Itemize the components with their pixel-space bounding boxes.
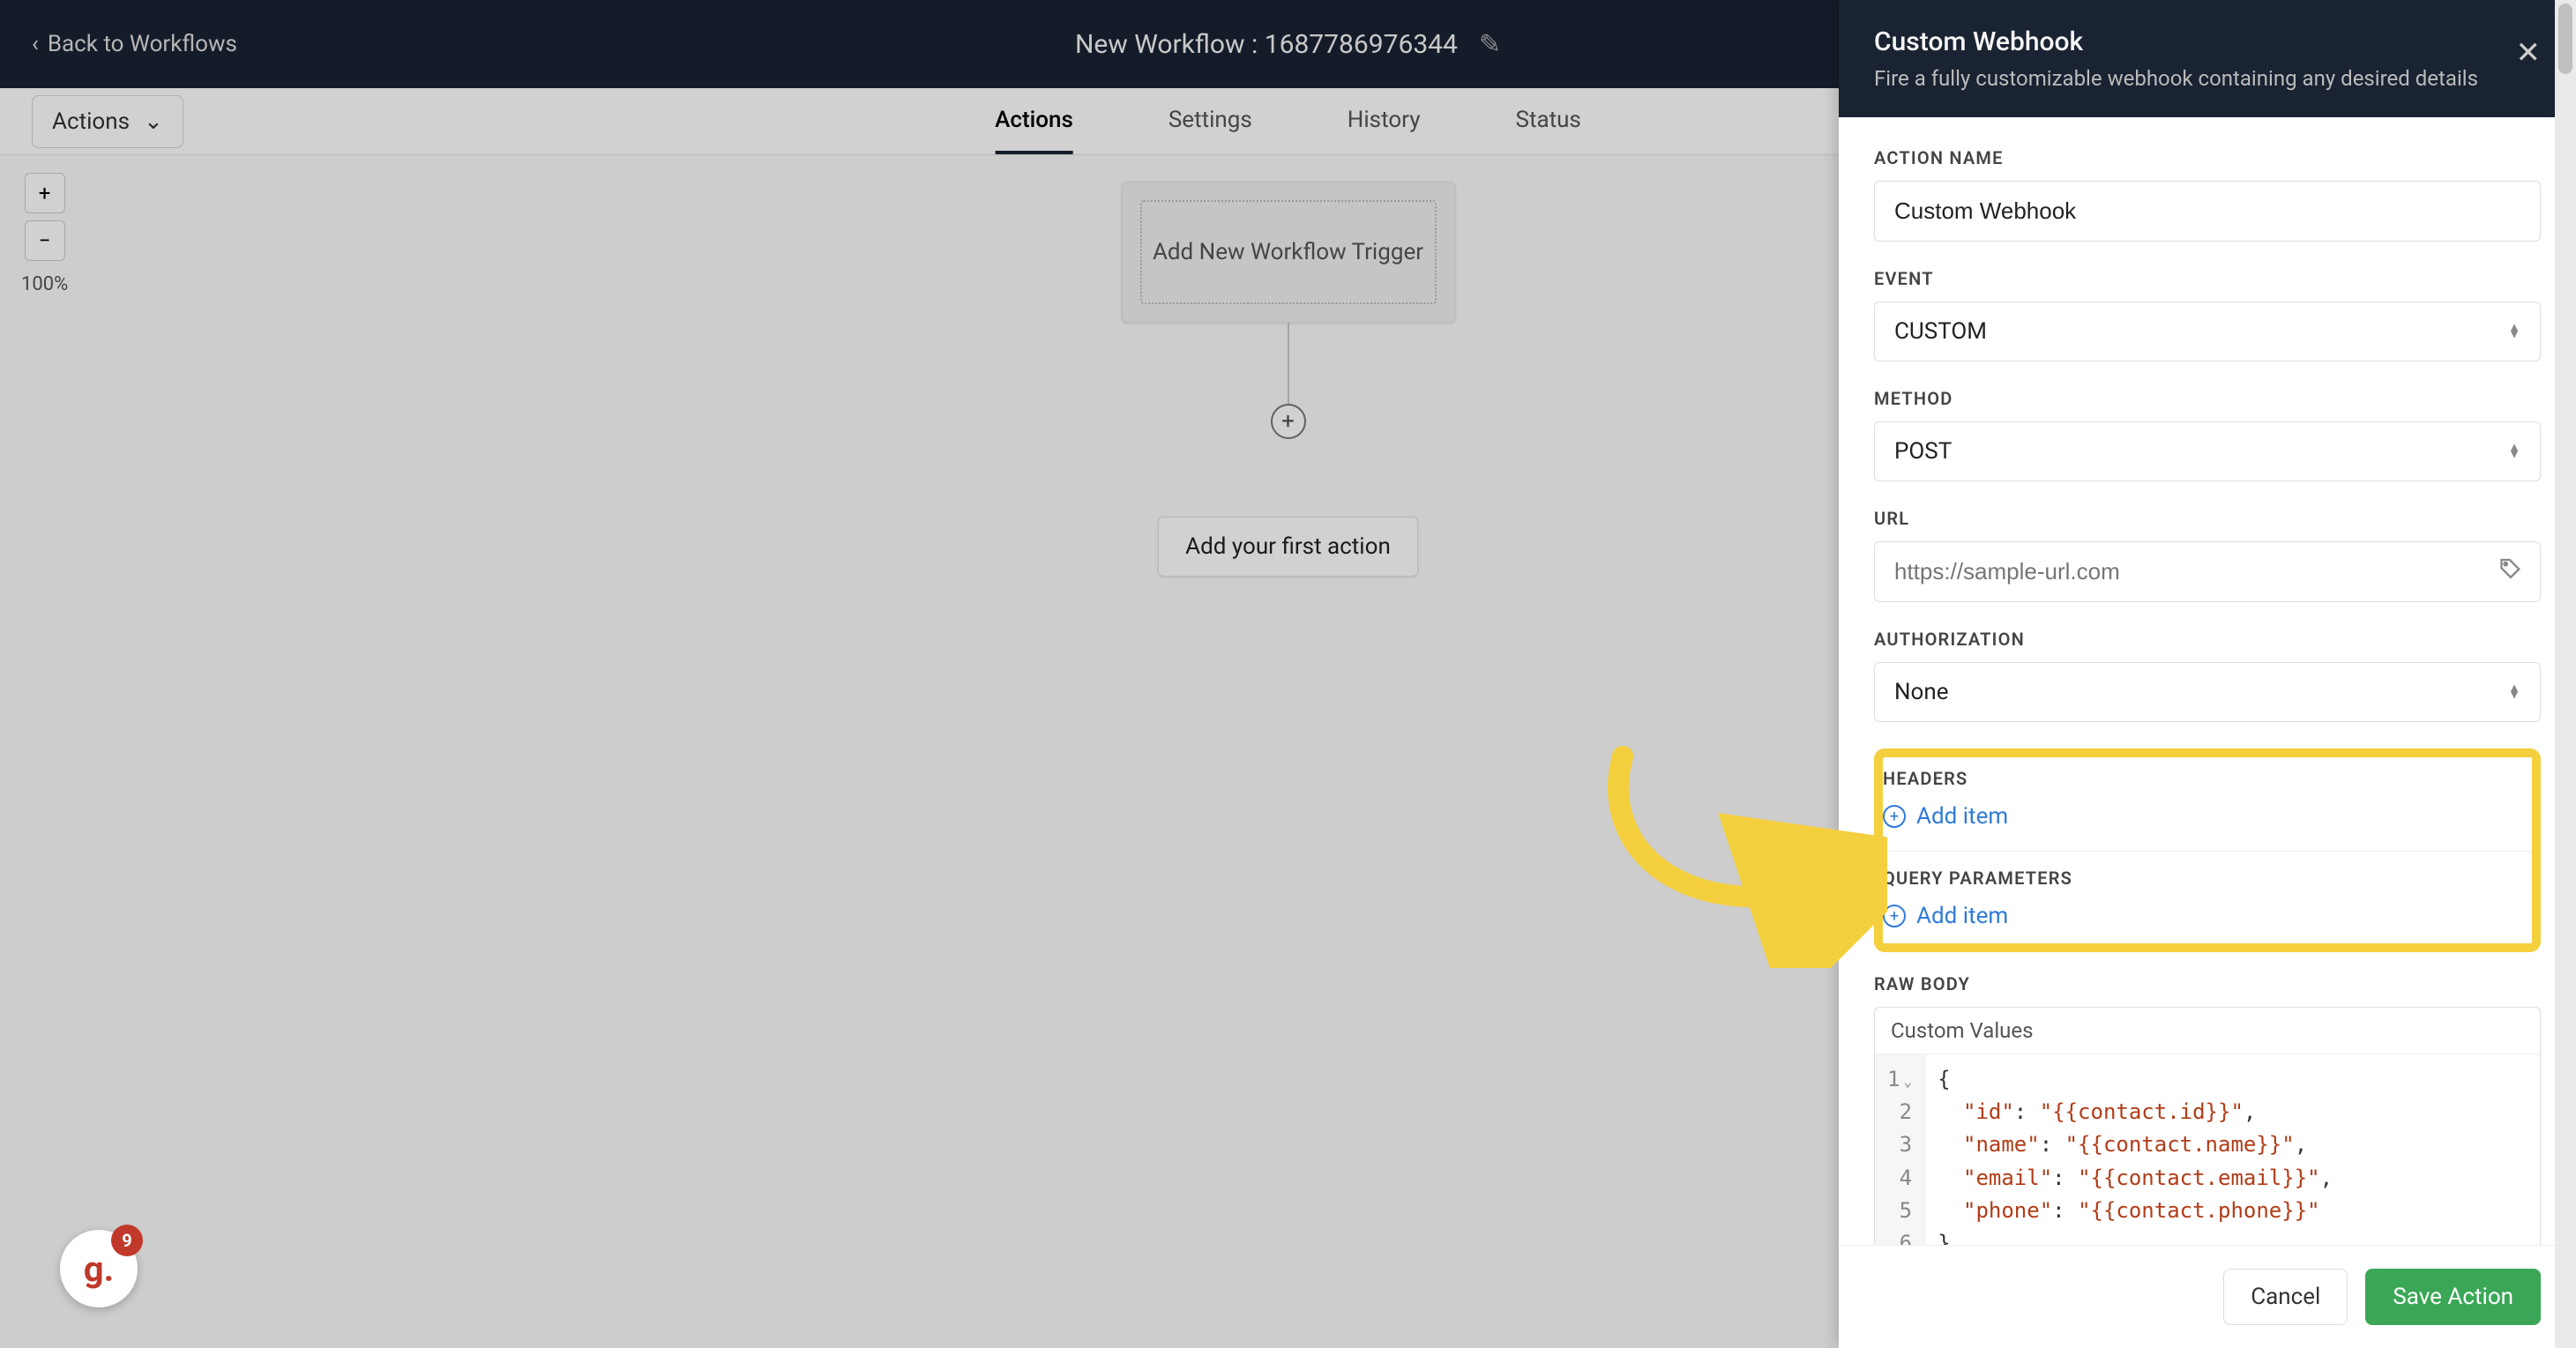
trigger-card: Add New Workflow Trigger [1122,182,1455,323]
label-query-parameters: QUERY PARAMETERS [1883,868,2532,889]
tab-settings[interactable]: Settings [1169,88,1252,154]
label-event: EVENT [1874,268,2541,289]
event-value: CUSTOM [1894,318,1987,345]
save-action-button[interactable]: Save Action [2365,1269,2541,1325]
panel-footer: Cancel Save Action [1839,1245,2576,1348]
zoom-in-button[interactable]: + [25,173,65,213]
chevron-left-icon: ‹ [32,31,39,57]
raw-body-editor[interactable]: Custom Values 1⌄23456 { "id": "{{contact… [1874,1007,2541,1245]
tabs: Actions Settings History Status [995,88,1581,154]
help-widget-glyph: g. [84,1248,114,1290]
action-name-input[interactable] [1874,181,2541,242]
label-headers: HEADERS [1883,768,2532,789]
url-input[interactable] [1874,541,2541,602]
label-url: URL [1874,508,2541,529]
help-widget-badge: 9 [111,1225,143,1256]
select-arrows-icon: ▲▼ [2508,685,2520,700]
authorization-value: None [1894,679,1949,705]
label-raw-body: RAW BODY [1874,973,2541,994]
add-query-param-label: Add item [1916,903,2008,929]
add-query-param-button[interactable]: + Add item [1883,897,2532,933]
close-icon[interactable]: ✕ [2516,35,2542,71]
back-to-workflows-link[interactable]: ‹ Back to Workflows [32,31,237,57]
flow-connector [1288,323,1289,404]
code-header: Custom Values [1875,1008,2540,1054]
tab-status[interactable]: Status [1516,88,1581,154]
tab-actions[interactable]: Actions [995,88,1073,154]
event-select[interactable]: CUSTOM ▲▼ [1874,302,2541,361]
zoom-controls: + − 100% [21,173,68,295]
panel-header: Custom Webhook Fire a fully customizable… [1839,0,2576,117]
panel-title: Custom Webhook [1874,26,2541,57]
authorization-select[interactable]: None ▲▼ [1874,662,2541,722]
label-authorization: AUTHORIZATION [1874,629,2541,650]
label-method: METHOD [1874,388,2541,409]
flow-area: Add New Workflow Trigger + Add your firs… [1122,182,1455,577]
code-gutter: 1⌄23456 [1875,1054,1925,1245]
zoom-percent: 100% [21,273,68,295]
panel-subtitle: Fire a fully customizable webhook contai… [1874,66,2541,91]
add-trigger-button[interactable]: Add New Workflow Trigger [1140,200,1437,304]
action-config-panel: Custom Webhook Fire a fully customizable… [1839,0,2576,1348]
back-label: Back to Workflows [48,31,237,57]
method-select[interactable]: POST ▲▼ [1874,421,2541,481]
actions-dropdown[interactable]: Actions ⌄ [32,95,183,148]
cancel-button[interactable]: Cancel [2223,1269,2348,1325]
panel-body: ACTION NAME EVENT CUSTOM ▲▼ METHOD POST … [1839,117,2576,1245]
edit-title-icon[interactable]: ✎ [1479,29,1501,60]
highlight-divider [1883,851,2532,852]
tab-history[interactable]: History [1348,88,1421,154]
chevron-down-icon: ⌄ [144,108,163,135]
add-step-button[interactable]: + [1271,404,1306,439]
method-value: POST [1894,438,1952,465]
plus-circle-icon: + [1883,905,1906,927]
workflow-title: New Workflow : 1687786976344 [1075,29,1458,60]
add-header-button[interactable]: + Add item [1883,798,2532,833]
workflow-title-wrap: New Workflow : 1687786976344 ✎ [1075,29,1501,60]
scroll-thumb[interactable] [2558,4,2572,74]
add-header-label: Add item [1916,803,2008,830]
scrollbar[interactable] [2555,0,2576,1348]
code-lines[interactable]: { "id": "{{contact.id}}", "name": "{{con… [1925,1054,2345,1245]
headers-query-highlight: HEADERS + Add item QUERY PARAMETERS + Ad… [1874,748,2541,952]
plus-circle-icon: + [1883,805,1906,828]
tag-icon[interactable] [2498,556,2523,587]
label-action-name: ACTION NAME [1874,147,2541,168]
zoom-out-button[interactable]: − [25,220,65,261]
select-arrows-icon: ▲▼ [2508,444,2520,459]
add-first-action-button[interactable]: Add your first action [1158,517,1418,577]
actions-dropdown-label: Actions [52,108,130,135]
select-arrows-icon: ▲▼ [2508,324,2520,339]
help-widget[interactable]: g. 9 [60,1230,138,1307]
